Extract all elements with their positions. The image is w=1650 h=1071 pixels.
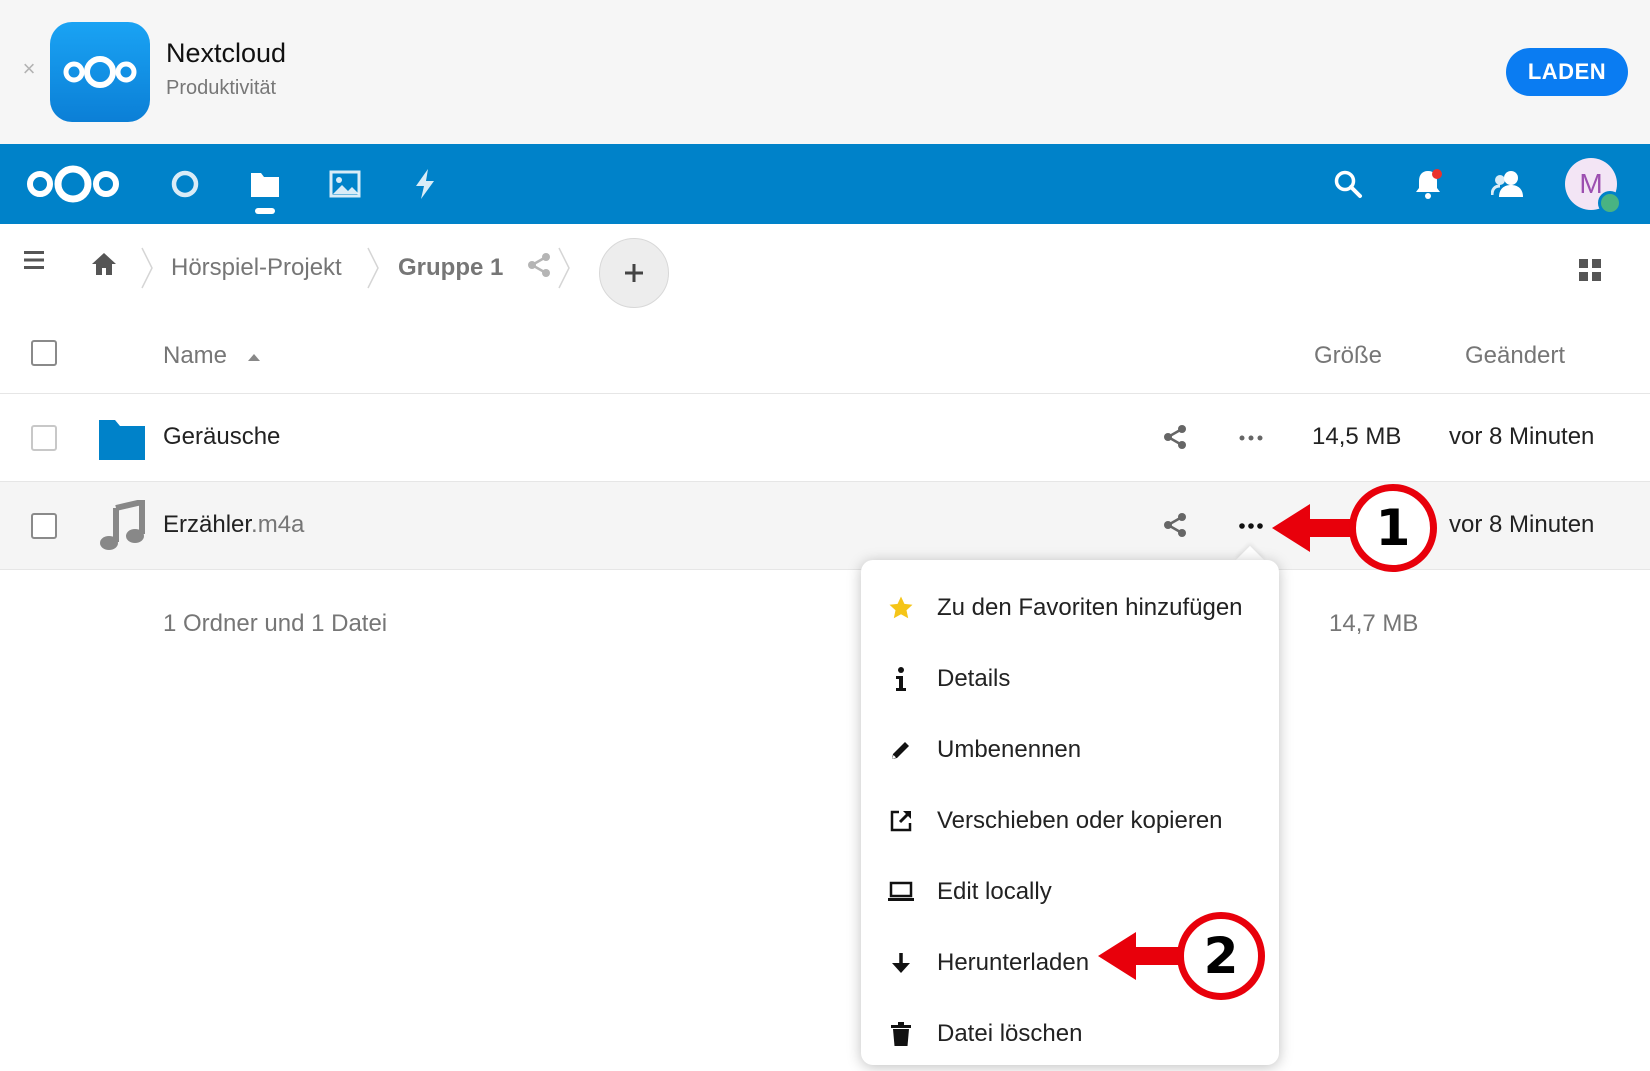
file-list-header: Name Größe Geändert — [0, 320, 1650, 394]
breadcrumb-separator — [141, 247, 153, 289]
menu-item-label: Zu den Favoriten hinzufügen — [937, 593, 1243, 621]
activity-icon[interactable] — [400, 162, 450, 206]
column-header-modified[interactable]: Geändert — [1465, 342, 1565, 370]
menu-item-rename[interactable]: Umbenennen — [861, 714, 1279, 785]
external-link-icon — [887, 807, 915, 835]
menu-item-label: Herunterladen — [937, 948, 1090, 976]
file-name[interactable]: Erzähler.m4a — [163, 511, 304, 539]
summary-count: 1 Ordner und 1 Datei — [163, 610, 388, 637]
file-size: 14,5 MB — [1312, 423, 1402, 450]
menu-item-delete[interactable]: Datei löschen — [861, 998, 1279, 1069]
share-icon[interactable] — [1162, 424, 1190, 452]
top-header: M — [0, 144, 1650, 224]
table-row[interactable]: Geräusche 14,5 MB vor 8 Minuten — [0, 394, 1650, 482]
file-name[interactable]: Geräusche — [163, 423, 280, 451]
share-icon[interactable] — [526, 252, 554, 280]
load-app-button[interactable]: LADEN — [1506, 48, 1628, 96]
file-modified: vor 8 Minuten — [1449, 511, 1595, 538]
close-icon[interactable]: × — [18, 58, 40, 80]
music-note-icon — [98, 498, 146, 552]
row-checkbox[interactable] — [31, 513, 57, 539]
annotation-step-2: 2 — [1177, 912, 1265, 1000]
menu-item-label: Umbenennen — [937, 735, 1082, 763]
breadcrumb-item-hoerspiel-projekt[interactable]: Hörspiel-Projekt — [171, 254, 342, 282]
banner-app-category: Produktivität — [166, 77, 277, 99]
new-file-button[interactable] — [599, 238, 669, 308]
menu-item-label: Edit locally — [937, 877, 1052, 905]
banner-app-name: Nextcloud — [166, 38, 287, 68]
summary-size: 14,7 MB — [1329, 610, 1419, 637]
menu-item-label: Details — [937, 664, 1011, 692]
download-icon — [887, 949, 915, 977]
menu-item-move-copy[interactable]: Verschieben oder kopieren — [861, 785, 1279, 856]
select-all-checkbox[interactable] — [31, 340, 57, 366]
star-icon — [887, 594, 915, 622]
contacts-icon[interactable] — [1484, 162, 1532, 206]
share-icon[interactable] — [1162, 512, 1190, 540]
dashboard-icon[interactable] — [160, 162, 210, 206]
breadcrumb: Hörspiel-Projekt Gruppe 1 — [0, 224, 1650, 320]
more-actions-icon[interactable] — [1236, 512, 1268, 540]
notifications-icon[interactable] — [1404, 162, 1452, 206]
menu-item-add-favorite[interactable]: Zu den Favoriten hinzufügen — [861, 572, 1279, 643]
trash-icon — [887, 1020, 915, 1048]
nextcloud-app-icon — [50, 22, 150, 122]
file-list-summary: 1 Ordner und 1 Datei 14,7 MB — [0, 570, 1650, 670]
home-icon[interactable] — [90, 250, 122, 282]
plus-icon — [625, 264, 643, 282]
grid-view-icon[interactable] — [1578, 258, 1604, 284]
search-icon[interactable] — [1324, 162, 1372, 206]
file-basename: Erzähler — [163, 511, 252, 538]
pencil-icon — [887, 736, 915, 764]
file-extension: .m4a — [251, 511, 305, 538]
sort-ascending-icon — [248, 354, 260, 361]
laptop-icon — [887, 878, 915, 906]
breadcrumb-item-gruppe-1[interactable]: Gruppe 1 — [398, 254, 503, 282]
column-header-size[interactable]: Größe — [1314, 342, 1382, 370]
row-checkbox[interactable] — [31, 425, 57, 451]
hamburger-menu-icon[interactable] — [22, 248, 50, 276]
photos-icon[interactable] — [320, 162, 370, 206]
column-header-name[interactable]: Name — [163, 342, 227, 370]
more-actions-icon[interactable] — [1236, 424, 1268, 452]
file-modified: vor 8 Minuten — [1449, 423, 1595, 450]
breadcrumb-separator — [558, 247, 570, 289]
online-status-indicator — [1598, 191, 1622, 215]
info-icon — [887, 665, 915, 693]
breadcrumb-separator — [367, 247, 379, 289]
menu-item-details[interactable]: Details — [861, 643, 1279, 714]
app-banner: × Nextcloud Produktivität LADEN — [0, 0, 1650, 144]
active-nav-indicator — [255, 208, 275, 214]
menu-item-label: Datei löschen — [937, 1019, 1083, 1047]
nextcloud-logo-icon[interactable] — [22, 158, 124, 210]
folder-icon — [98, 412, 146, 464]
menu-item-label: Verschieben oder kopieren — [937, 806, 1223, 834]
annotation-step-1: 1 — [1349, 484, 1437, 572]
files-icon[interactable] — [240, 162, 290, 206]
